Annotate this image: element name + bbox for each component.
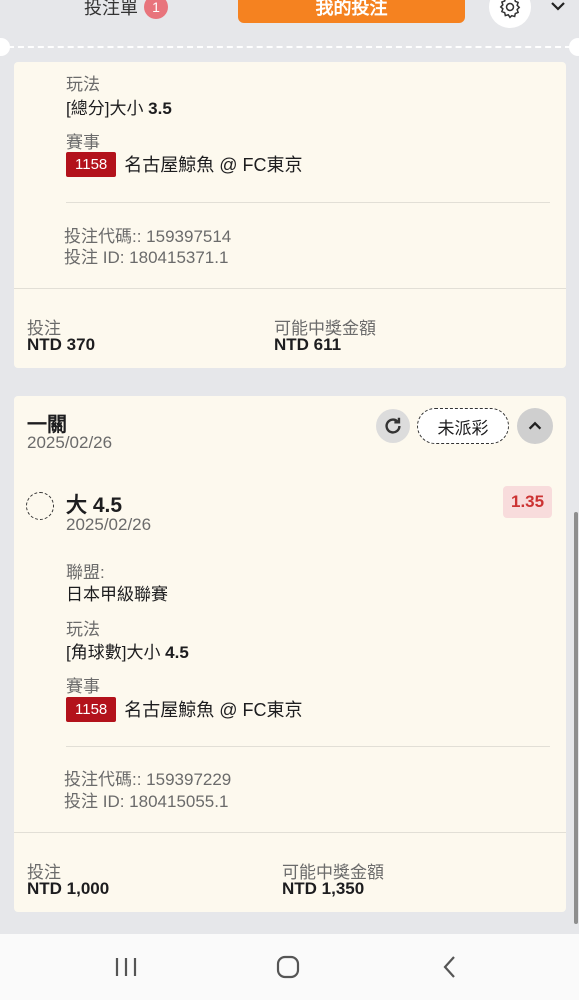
tab-betslip[interactable]: 投注單 1 (84, 0, 168, 20)
match-id-badge: 1158 (66, 151, 117, 177)
payout-value: NTD 611 (274, 335, 342, 354)
refresh-icon (385, 417, 401, 434)
home-icon (276, 955, 300, 979)
match-name: 名古屋鯨魚 @ FC東京 (124, 155, 303, 175)
odds-badge: 1.35 (503, 486, 553, 518)
tear-notch-left (0, 38, 10, 56)
footer-divider (14, 288, 566, 289)
selection-status-indicator (26, 492, 54, 520)
status-badge: 未派彩 (417, 408, 509, 444)
stake-value: NTD 1,000 (27, 879, 110, 898)
settings-button[interactable] (489, 0, 531, 28)
bet-card: 玩法 [總分]大小 3.5 賽事 1158 名古屋鯨魚 @ FC東京 投注代碼:… (14, 62, 566, 368)
event-row: 1158 名古屋鯨魚 @ FC東京 (66, 696, 303, 722)
event-row: 1158 名古屋鯨魚 @ FC東京 (66, 151, 303, 177)
tear-notch-right (569, 38, 579, 56)
market-value: [總分]大小 3.5 (66, 94, 172, 119)
footer-divider (14, 832, 566, 833)
recent-apps-button[interactable] (96, 934, 156, 1000)
event-label: 賽事 (66, 677, 100, 696)
market-type: [角球數]大小 (66, 643, 166, 662)
tab-my-bets[interactable]: 我的投注 (238, 0, 465, 23)
scrollbar[interactable] (574, 512, 578, 924)
home-button[interactable] (258, 934, 318, 1000)
chevron-down-icon (551, 2, 565, 11)
tear-divider (8, 46, 571, 48)
match-id-badge: 1158 (66, 696, 117, 722)
gear-icon (499, 0, 521, 19)
payout-value: NTD 1,350 (282, 879, 365, 898)
collapse-button[interactable] (517, 408, 553, 444)
chevron-up-icon (528, 421, 542, 430)
stake-value: NTD 370 (27, 335, 96, 354)
market-label: 玩法 (66, 75, 100, 94)
league-name: 日本甲級聯賽 (66, 585, 168, 604)
system-nav-bar (0, 934, 579, 1000)
market-line: 4.5 (165, 643, 189, 662)
bet-card: 一關 2025/02/26 未派彩 大 4.5 2025/02/26 1.35 … (14, 396, 566, 912)
selection-date: 2025/02/26 (66, 515, 152, 534)
market-line: 3.5 (148, 99, 172, 118)
match-name: 名古屋鯨魚 @ FC東京 (124, 700, 303, 720)
recent-apps-icon (115, 958, 137, 976)
divider (66, 746, 550, 747)
bet-date: 2025/02/26 (27, 433, 113, 452)
bet-id: 投注 ID: 180415055.1 (64, 792, 229, 811)
market-type: [總分]大小 (66, 99, 149, 118)
back-button[interactable] (420, 934, 480, 1000)
event-label: 賽事 (66, 133, 100, 152)
market-value: [角球數]大小 4.5 (66, 638, 189, 663)
bet-id: 投注 ID: 180415371.1 (64, 248, 229, 267)
betslip-count-badge: 1 (144, 0, 168, 19)
expand-button[interactable] (548, 0, 568, 21)
top-bar: 投注單 1 我的投注 (0, 0, 579, 36)
divider (66, 202, 550, 203)
tab-betslip-label: 投注單 (84, 0, 138, 18)
market-label: 玩法 (66, 620, 100, 639)
refresh-button[interactable] (376, 409, 410, 443)
back-icon (443, 956, 455, 978)
